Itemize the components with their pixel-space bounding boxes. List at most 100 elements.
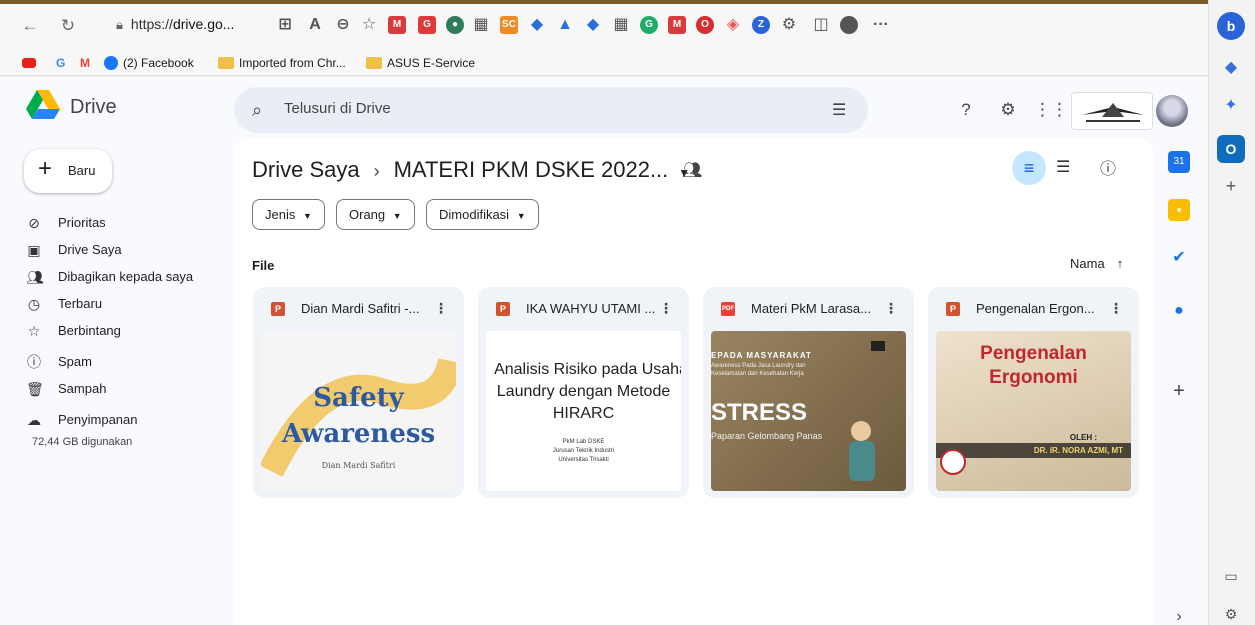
extension-icon[interactable]: ▦ (472, 16, 490, 34)
tools-icon[interactable]: ✦ (1217, 92, 1245, 120)
info-icon[interactable]: ⓘ (1100, 155, 1116, 179)
settings-gear-icon[interactable]: ⚙ (996, 98, 1020, 122)
profile-avatar-icon[interactable] (840, 16, 858, 34)
bookmark-label: Imported from Chr... (239, 56, 346, 70)
file-thumbnail: EPADA MASYARAKAT Awareness Pada Jasa Lau… (711, 331, 906, 491)
lab-logo-icon (940, 449, 966, 475)
account-avatar[interactable] (1156, 95, 1188, 127)
search-placeholder[interactable]: Telusuri di Drive (284, 100, 391, 117)
plus-icon: + (38, 155, 53, 182)
chevron-right-icon[interactable]: › (1168, 606, 1190, 625)
tasks-icon[interactable]: ✔ (1168, 247, 1190, 269)
copilot-icon[interactable]: b (1217, 12, 1245, 40)
extension-icon[interactable]: M (388, 16, 406, 34)
drive-title[interactable]: Drive (70, 96, 117, 119)
help-icon[interactable]: ? (954, 98, 978, 122)
back-icon[interactable]: ← (20, 16, 40, 36)
new-button-label: Baru (68, 163, 96, 178)
extension-icon[interactable]: G (418, 16, 436, 34)
more-vert-icon[interactable]: ⋮ (434, 300, 448, 317)
extension-icon[interactable]: O (696, 16, 714, 34)
sidebar-item-terbaru[interactable]: ◷ Terbaru (26, 293, 102, 315)
chip-label: Orang (349, 207, 386, 222)
extension-icon[interactable]: ▦ (612, 16, 630, 34)
add-addon-icon[interactable]: + (1168, 380, 1190, 402)
shopping-tag-icon[interactable]: ◆ (1217, 54, 1245, 82)
sidebar-item-spam[interactable]: ⓘ Spam (26, 351, 92, 373)
bookmark-label: (2) Facebook (123, 56, 194, 70)
more-vert-icon[interactable]: ⋮ (1109, 300, 1123, 317)
storage-usage: 72,44 GB digunakan (32, 436, 133, 448)
breadcrumb-root[interactable]: Drive Saya (252, 157, 360, 182)
extension-icon[interactable]: ◆ (528, 16, 546, 34)
sidebar-item-sampah[interactable]: 🗑︎ Sampah (26, 378, 106, 400)
gmail-bookmark[interactable]: M (80, 55, 90, 71)
section-label: File (252, 258, 275, 273)
folder-icon (366, 57, 382, 69)
extension-icon[interactable]: SC (500, 16, 518, 34)
file-name: Dian Mardi Safitri -... (301, 301, 420, 316)
sidebar-item-drive-saya[interactable]: ▣ Drive Saya (26, 239, 121, 261)
extension-icon[interactable]: ● (446, 16, 464, 34)
favorite-star-icon[interactable]: ☆ (360, 16, 378, 34)
list-view-icon[interactable]: ☰ (1056, 157, 1070, 177)
facebook-bookmark[interactable]: (2) Facebook (104, 55, 194, 71)
url-domain: drive.go... (172, 16, 235, 32)
file-thumbnail: Pengenalan Ergonomi OLEH : DR. IR. NORA … (936, 331, 1131, 491)
clock-icon: ◷ (27, 296, 41, 312)
hide-sidebar-icon[interactable]: ▭ (1217, 562, 1245, 590)
extension-icon[interactable]: ◆ (584, 16, 602, 34)
filter-jenis[interactable]: Jenis ▼ (252, 199, 325, 230)
apps-grid-icon[interactable]: ⋮⋮ (1034, 98, 1068, 122)
file-card[interactable]: P IKA WAHYU UTAMI ... ⋮ Analisis Risiko … (478, 287, 689, 498)
shared-folder-icon[interactable]: 👥︎ (682, 160, 702, 180)
sidebar-settings-icon[interactable]: ⚙ (1217, 600, 1245, 625)
sidebar-item-prioritas[interactable]: ⊘ Prioritas (26, 212, 106, 234)
more-vert-icon[interactable]: ⋮ (659, 300, 673, 317)
bookmark-label: ASUS E-Service (387, 56, 476, 70)
extension-icon[interactable]: ▲ (556, 16, 574, 34)
file-card[interactable]: PDF Materi PkM Larasa... ⋮ EPADA MASYARA… (703, 287, 914, 498)
outlook-icon[interactable]: O (1217, 135, 1245, 163)
search-icon[interactable]: ⌕ (252, 100, 262, 121)
app-available-icon[interactable]: ⊞ (276, 16, 294, 34)
more-menu-icon[interactable]: ··· (872, 16, 890, 34)
read-aloud-icon[interactable]: A (306, 16, 324, 34)
add-app-icon[interactable]: + (1217, 172, 1245, 200)
asus-folder-bookmark[interactable]: ASUS E-Service (366, 55, 475, 71)
illustration-person-icon (849, 341, 885, 481)
zoom-icon[interactable]: ⊖ (334, 16, 352, 34)
youtube-bookmark[interactable] (22, 55, 36, 71)
contacts-icon[interactable]: ● (1168, 300, 1190, 322)
keep-icon[interactable]: ▪ (1168, 199, 1190, 221)
split-screen-icon[interactable]: ◫ (812, 16, 830, 34)
extension-icon[interactable]: M (668, 16, 686, 34)
address-bar[interactable]: 🔒︎ https://drive.go... (108, 10, 266, 38)
extension-icon[interactable]: Z (752, 16, 770, 34)
extension-icon[interactable]: G (640, 16, 658, 34)
breadcrumb-current[interactable]: MATERI PKM DSKE 2022... (394, 157, 669, 182)
filter-orang[interactable]: Orang ▼ (336, 199, 415, 230)
sidebar-item-penyimpanan[interactable]: ☁ Penyimpanan (26, 409, 138, 431)
more-vert-icon[interactable]: ⋮ (884, 300, 898, 317)
sort-button[interactable]: Nama ↑ (1070, 256, 1123, 271)
drive-logo-icon[interactable] (26, 90, 60, 120)
sidebar-item-shared[interactable]: 👥︎ Dibagikan kepada saya (26, 266, 193, 288)
search-options-icon[interactable]: ☰ (832, 100, 846, 120)
filter-dimodifikasi[interactable]: Dimodifikasi ▼ (426, 199, 539, 230)
extensions-puzzle-icon[interactable]: ⚙ (780, 16, 798, 34)
file-card[interactable]: P Pengenalan Ergon... ⋮ Pengenalan Ergon… (928, 287, 1139, 498)
file-card[interactable]: P Dian Mardi Safitri -... ⋮ Safety Aware… (253, 287, 464, 498)
extension-icon[interactable]: ◈ (724, 16, 742, 34)
imported-folder-bookmark[interactable]: Imported from Chr... (218, 55, 346, 71)
organization-logo[interactable] (1071, 92, 1153, 130)
calendar-icon[interactable]: 31 (1168, 151, 1190, 173)
refresh-icon[interactable]: ↻ (58, 16, 78, 36)
thumb-text: OLEH : (1069, 433, 1097, 442)
google-bookmark[interactable]: G (56, 55, 65, 71)
new-button[interactable]: + Baru (24, 149, 112, 193)
filter-toggle-icon[interactable]: ≡ (1012, 151, 1046, 185)
folder-icon (218, 57, 234, 69)
facebook-icon (104, 56, 118, 70)
sidebar-item-berbintang[interactable]: ☆ Berbintang (26, 320, 121, 342)
